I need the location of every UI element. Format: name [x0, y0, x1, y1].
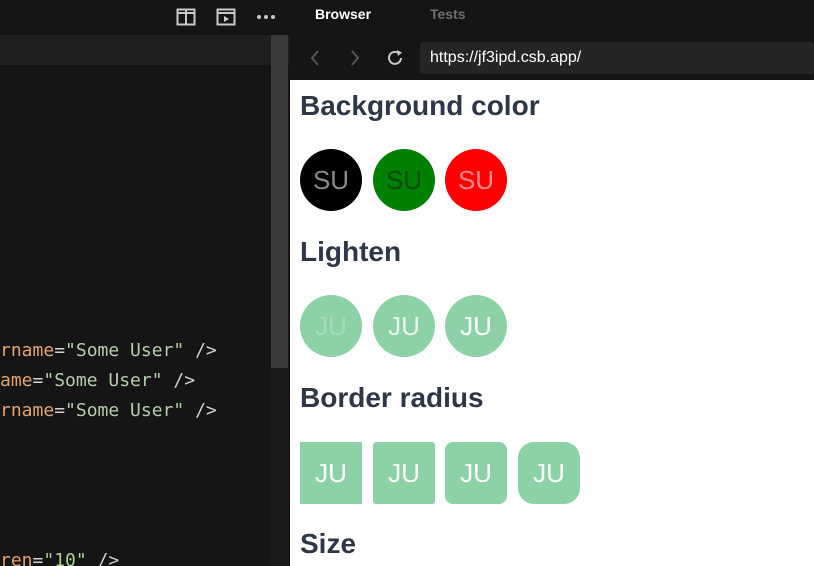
code-line[interactable]: rname="Some User" /> — [0, 336, 217, 366]
avatar: JU — [300, 295, 362, 357]
code-eq: = — [54, 400, 66, 421]
more-icon[interactable] — [254, 5, 278, 29]
code-line[interactable]: ren="10" /> — [0, 546, 119, 566]
code-line[interactable]: ame="Some User" /> — [0, 366, 195, 396]
browser-pane: Browser Tests https://jf3ipd.csb.app/ Ba… — [290, 0, 814, 566]
avatar: JU — [445, 295, 507, 357]
avatar: SU — [373, 149, 435, 211]
code-tail: /> — [184, 340, 217, 361]
back-arrow-icon[interactable] — [302, 45, 328, 71]
section-title-lighten: Lighten — [300, 236, 402, 267]
browser-navbar: https://jf3ipd.csb.app/ — [290, 35, 814, 80]
tab-tests[interactable]: Tests — [430, 0, 466, 30]
code-eq: = — [32, 370, 44, 391]
code-eq: = — [54, 340, 66, 361]
avatar-initials: SU — [312, 164, 350, 195]
code-string: "10" — [43, 550, 87, 566]
section-title-size: Size — [300, 528, 357, 559]
avatar: SU — [300, 149, 362, 211]
avatar: SU — [445, 149, 507, 211]
preview-icon[interactable] — [214, 5, 238, 29]
avatar: JU — [373, 295, 435, 357]
code-attr: rname — [0, 400, 55, 421]
section-title-border-radius: Border radius — [300, 382, 484, 413]
avatar-initials: JU — [388, 457, 420, 488]
avatar-initials: JU — [460, 310, 492, 341]
code-eq: = — [32, 550, 44, 566]
avatar-initials: SU — [457, 164, 495, 195]
code-tail: /> — [184, 400, 217, 421]
editor-tab-bar — [0, 35, 290, 65]
editor-scrollbar[interactable] — [271, 35, 288, 368]
code-editor[interactable]: rname="Some User" /> ame="Some User" /> … — [0, 0, 290, 566]
code-attr: ren — [0, 550, 33, 566]
avatar-initials: JU — [388, 310, 420, 341]
avatar-initials: JU — [533, 457, 565, 488]
code-string: "Some User" — [43, 370, 163, 391]
avatar-initials: JU — [315, 457, 347, 488]
avatar: JU — [518, 442, 580, 504]
code-string: "Some User" — [65, 400, 185, 421]
avatar: JU — [445, 442, 507, 504]
avatar: JU — [373, 442, 435, 504]
preview-viewport: Background color SU SU SU Lighten JU JU … — [290, 80, 814, 566]
code-attr: rname — [0, 340, 55, 361]
tab-browser[interactable]: Browser — [315, 0, 371, 30]
avatar-initials: JU — [460, 457, 492, 488]
avatar-initials: JU — [315, 310, 347, 341]
code-string: "Some User" — [65, 340, 185, 361]
code-tail: /> — [86, 550, 120, 566]
url-input[interactable]: https://jf3ipd.csb.app/ — [420, 42, 814, 74]
split-view-icon[interactable] — [174, 5, 198, 29]
forward-arrow-icon[interactable] — [342, 45, 368, 71]
editor-scroll-track — [271, 368, 288, 566]
refresh-icon[interactable] — [382, 45, 408, 71]
avatar-initials: SU — [385, 164, 423, 195]
code-line[interactable]: rname="Some User" /> — [0, 396, 217, 426]
editor-toolbar — [0, 0, 290, 35]
code-attr: ame — [0, 370, 33, 391]
avatar: JU — [300, 442, 362, 504]
code-tail: /> — [162, 370, 196, 391]
section-title-background-color: Background color — [300, 90, 540, 121]
